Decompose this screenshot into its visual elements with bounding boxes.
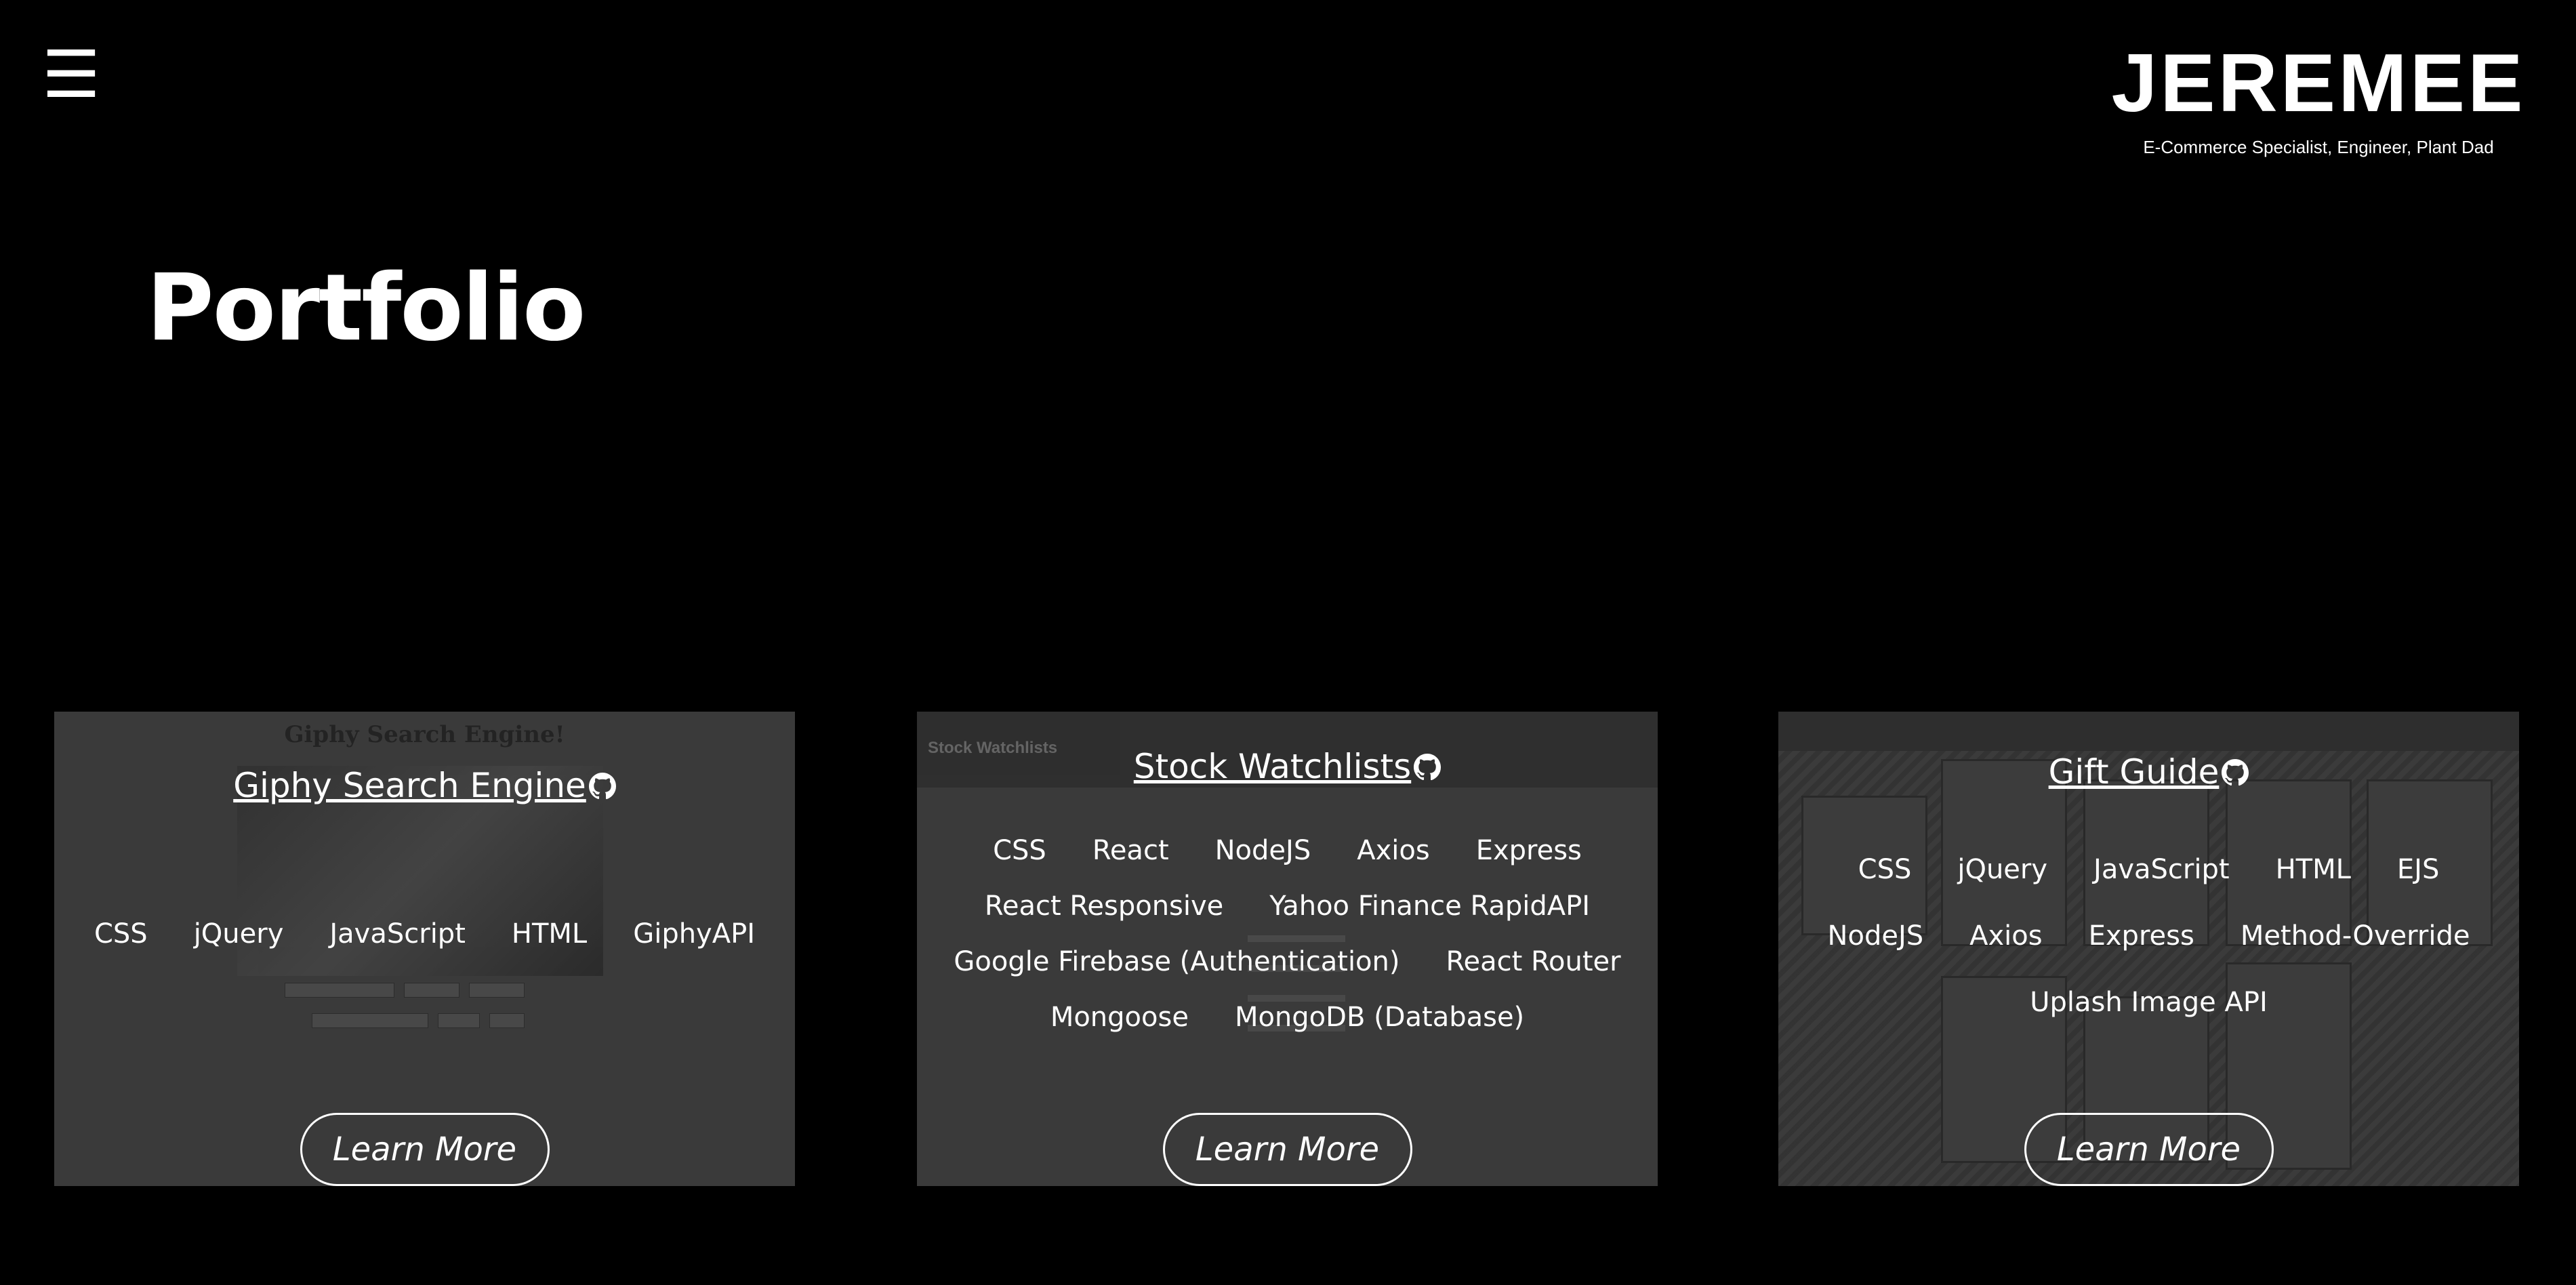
tech-tag: CSS: [94, 918, 148, 950]
tech-tag: JavaScript: [329, 918, 466, 950]
tech-tag: Express: [1475, 835, 1582, 866]
page-title: Portfolio: [146, 255, 586, 362]
tech-tag: HTML: [511, 918, 588, 950]
project-overlay: Gift Guide CSS jQuery JavaScript HTML EJS No…: [1778, 712, 2519, 1186]
brand: JEREMEE E-Commerce Specialist, Engineer,…: [2108, 41, 2529, 158]
project-card-stock-watchlists: Stock Watchlists Stock Watchlists CSS Rea…: [917, 712, 1658, 1186]
tech-tag: JavaScript: [2093, 854, 2230, 885]
tech-tag: EJS: [2396, 854, 2440, 885]
tech-tag: jQuery: [1957, 854, 2048, 885]
project-card-gift-guide: Gift Guide CSS jQuery JavaScript HTML EJS No…: [1778, 712, 2519, 1186]
brand-name[interactable]: JEREMEE: [2108, 41, 2529, 124]
project-title-link[interactable]: Stock Watchlists: [917, 747, 1658, 789]
tech-tag: CSS: [993, 835, 1046, 866]
project-title-link[interactable]: Gift Guide: [1778, 752, 2519, 794]
tech-tag: React: [1092, 835, 1169, 866]
menu-icon[interactable]: ☰: [42, 42, 100, 107]
learn-more-button[interactable]: Learn More: [2024, 1113, 2274, 1186]
github-icon[interactable]: [2222, 755, 2249, 794]
project-card-giphy: Giphy Search Engine! Giphy Search Engine…: [54, 712, 795, 1186]
tech-tag: GiphyAPI: [633, 918, 756, 950]
tech-tag: Method-Override: [2240, 920, 2470, 952]
github-icon[interactable]: [1414, 750, 1442, 789]
project-overlay: Giphy Search Engine CSS jQuery JavaScript H…: [54, 712, 795, 1186]
tech-tag: jQuery: [193, 918, 284, 950]
tech-tag: Axios: [1357, 835, 1430, 866]
tech-tag: CSS: [1858, 854, 1912, 885]
tag-list: CSS jQuery JavaScript HTML EJS NodeJS Axios Ex…: [1792, 854, 2506, 1053]
tech-tag: React Router: [1446, 946, 1621, 977]
tag-list: CSS jQuery JavaScript HTML GiphyAPI: [68, 918, 781, 974]
project-title-link[interactable]: Giphy Search Engine: [54, 766, 795, 808]
tech-tag: Mongoose: [1050, 1002, 1189, 1033]
learn-more-button[interactable]: Learn More: [300, 1113, 550, 1186]
tech-tag: MongoDB (Database): [1234, 1002, 1525, 1033]
tech-tag: React Responsive: [984, 891, 1224, 922]
project-overlay: Stock Watchlists CSS React NodeJS Axios Expr…: [917, 712, 1658, 1186]
github-icon[interactable]: [588, 769, 616, 808]
tech-tag: NodeJS: [1214, 835, 1311, 866]
learn-more-button[interactable]: Learn More: [1162, 1113, 1412, 1186]
project-title[interactable]: Stock Watchlists: [1134, 747, 1411, 786]
project-title[interactable]: Giphy Search Engine: [233, 766, 586, 805]
brand-tagline: E-Commerce Specialist, Engineer, Plant D…: [2143, 137, 2494, 157]
project-title[interactable]: Gift Guide: [2049, 752, 2220, 792]
tech-tag: NodeJS: [1827, 920, 1924, 952]
tech-tag: Axios: [1969, 920, 2043, 952]
tech-tag: HTML: [2275, 854, 2351, 885]
tag-list: CSS React NodeJS Axios Express React Respons…: [931, 835, 1644, 1057]
tech-tag: Yahoo Finance RapidAPI: [1269, 891, 1591, 922]
tech-tag: Google Firebase (Authentication): [954, 946, 1400, 977]
tech-tag: Express: [2088, 920, 2194, 952]
tech-tag: Uplash Image API: [2030, 987, 2268, 1018]
